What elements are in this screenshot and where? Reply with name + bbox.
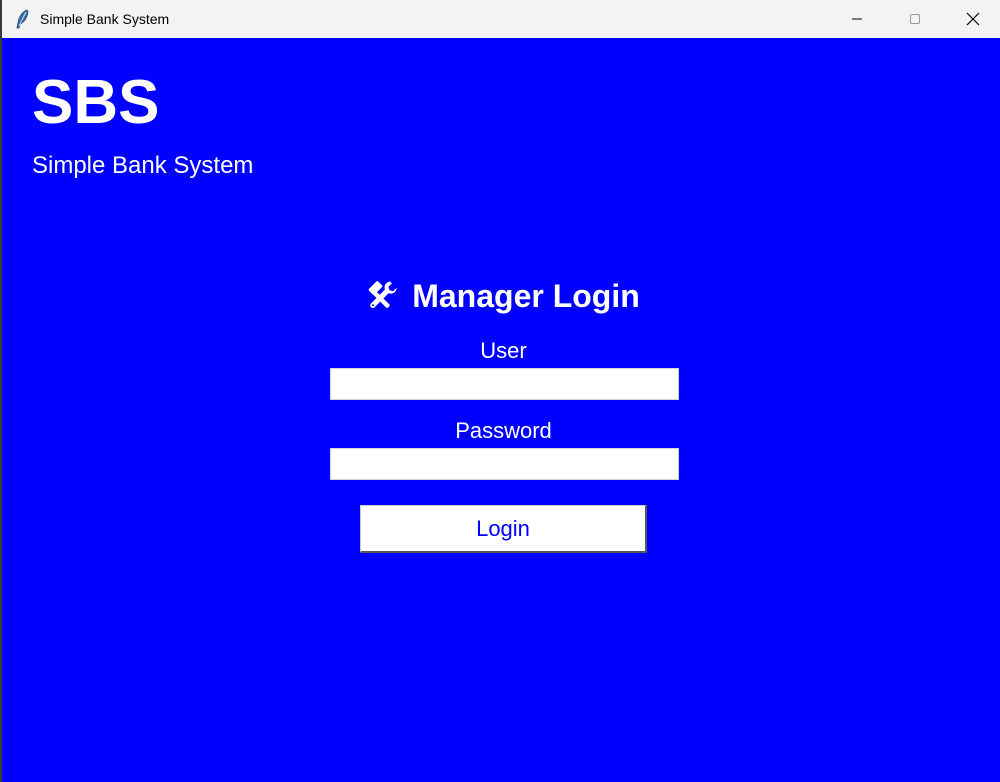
user-input[interactable]	[330, 368, 679, 400]
main-panel: SBS Simple Bank System Manager Login Use…	[2, 38, 1000, 782]
brand-subtitle: Simple Bank System	[32, 152, 254, 179]
maximize-icon	[910, 14, 920, 24]
login-button[interactable]: Login	[360, 505, 647, 553]
login-heading: Manager Login	[2, 276, 1000, 320]
close-button[interactable]	[944, 0, 1000, 38]
minimize-button[interactable]	[828, 0, 886, 38]
maximize-button[interactable]	[886, 0, 944, 38]
brand-title: SBS	[32, 68, 160, 137]
app-window: Simple Bank System SBS Simple Bank Syste…	[0, 0, 1000, 782]
login-heading-text: Manager Login	[412, 278, 640, 314]
feather-icon	[14, 9, 32, 29]
password-input[interactable]	[330, 448, 679, 480]
user-label: User	[480, 338, 527, 363]
password-label: Password	[455, 418, 552, 443]
tools-icon	[366, 279, 398, 320]
close-icon	[966, 12, 980, 26]
title-bar[interactable]: Simple Bank System	[2, 0, 1000, 38]
window-title: Simple Bank System	[40, 11, 170, 27]
minimize-icon	[852, 18, 862, 20]
